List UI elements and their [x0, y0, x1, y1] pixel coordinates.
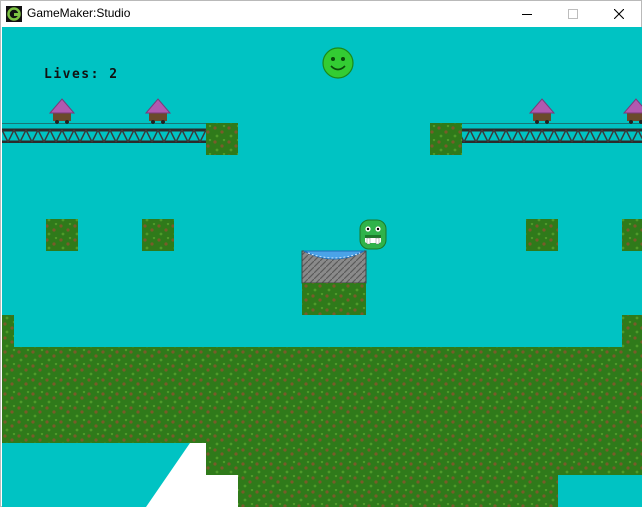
grass-block [142, 219, 174, 251]
minimize-button[interactable] [504, 1, 550, 27]
smiley-collectible [322, 47, 354, 79]
maximize-button[interactable] [550, 1, 596, 27]
game-window: GameMaker:Studio Lives: 2 [0, 0, 642, 507]
grass-block [206, 123, 238, 155]
close-icon [614, 9, 624, 19]
game-canvas[interactable]: Lives: 2 [2, 27, 642, 507]
grass-block [622, 219, 642, 251]
gamemaker-icon [6, 6, 22, 22]
grass-block [430, 123, 462, 155]
lives-label: Lives: [44, 67, 100, 82]
title-bar[interactable]: GameMaker:Studio [1, 1, 641, 27]
spike-cart-enemy [528, 98, 556, 124]
ground-terrain [2, 315, 642, 507]
girder-platform-right [462, 123, 642, 143]
spike-cart-enemy [48, 98, 76, 124]
grass-block [526, 219, 558, 251]
trampoline [301, 250, 367, 284]
lives-counter: Lives: 2 [44, 67, 119, 82]
player-character [359, 219, 387, 250]
grass-block [46, 219, 78, 251]
maximize-icon [568, 9, 578, 19]
spike-cart-enemy [144, 98, 172, 124]
girder-platform-left [2, 123, 206, 143]
game-scene [2, 47, 642, 507]
window-title: GameMaker:Studio [27, 6, 131, 20]
grass-block [302, 283, 366, 315]
minimize-icon [522, 14, 532, 15]
lives-value: 2 [109, 67, 119, 82]
close-button[interactable] [596, 1, 642, 27]
spike-cart-enemy [622, 98, 642, 124]
